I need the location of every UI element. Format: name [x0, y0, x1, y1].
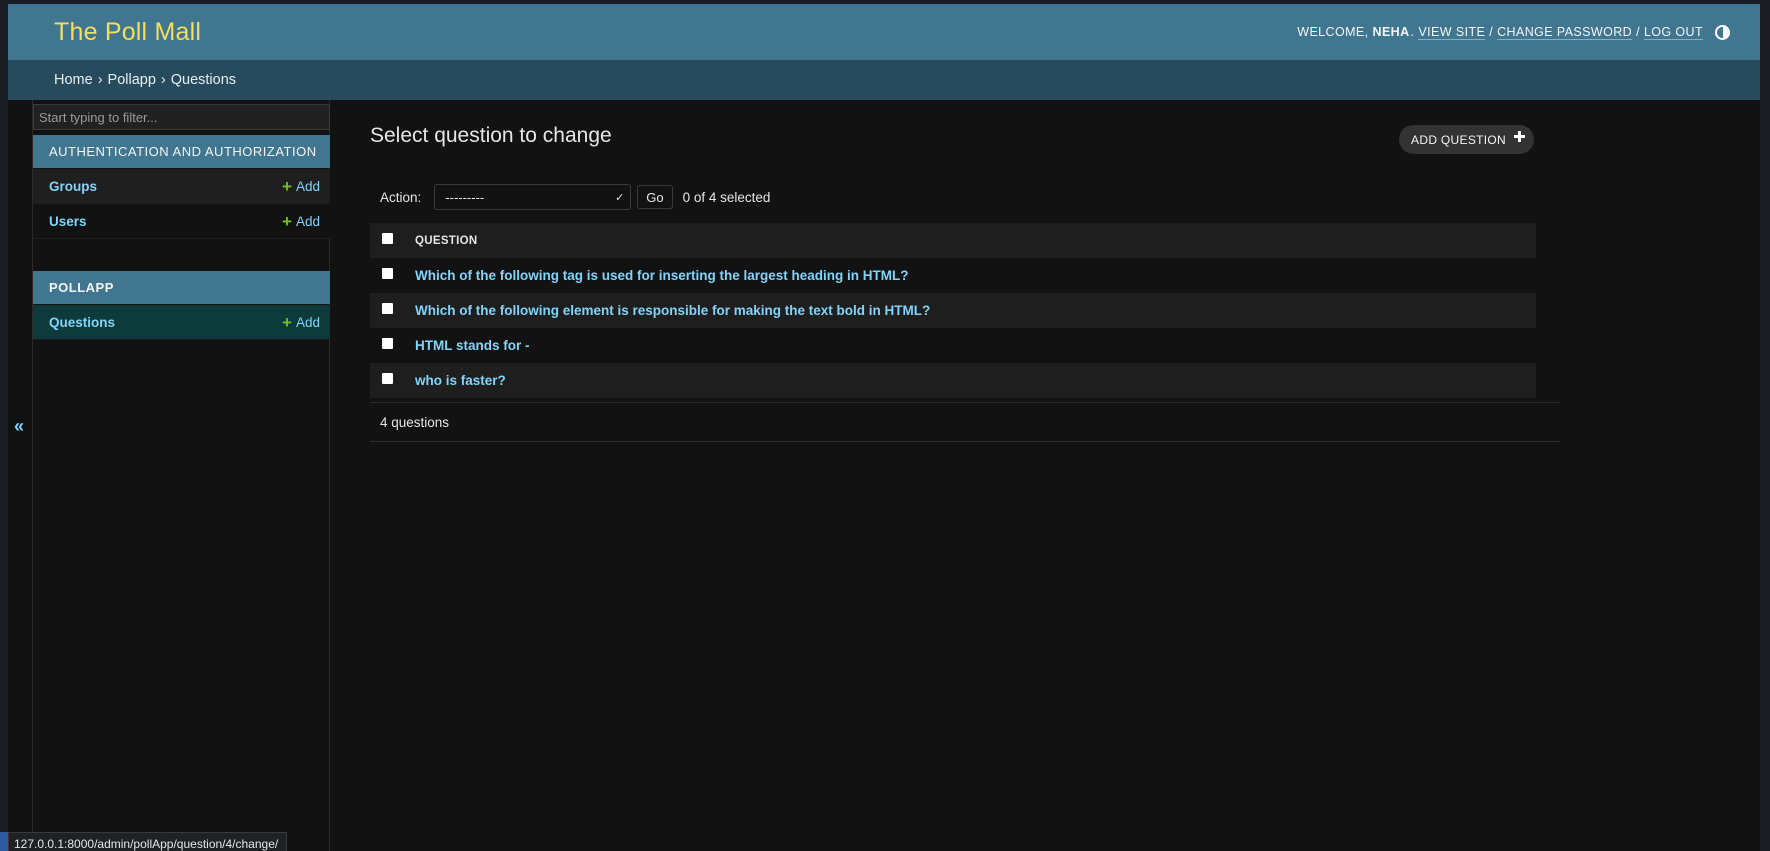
add-question-button[interactable]: ADD QUESTION: [1399, 125, 1534, 154]
plus-icon: [1514, 131, 1525, 142]
sidebar-collapse-icon[interactable]: «: [14, 416, 24, 437]
table-row: who is faster?: [370, 363, 1536, 398]
sidebar-item-users-link[interactable]: Users: [49, 214, 87, 229]
change-password-link[interactable]: CHANGE PASSWORD: [1497, 25, 1633, 40]
theme-toggle-icon[interactable]: [1715, 24, 1730, 40]
taskbar-edge: [0, 832, 8, 851]
add-label: Add: [295, 213, 320, 229]
go-button[interactable]: Go: [637, 185, 673, 209]
plus-icon: +: [282, 312, 292, 332]
row-checkbox[interactable]: [382, 268, 393, 279]
sidebar-item-questions: Questions + Add: [33, 305, 330, 340]
plus-icon: +: [282, 211, 292, 231]
separator: /: [1489, 25, 1494, 39]
add-question-label: ADD QUESTION: [1411, 132, 1506, 147]
column-header-question[interactable]: QUESTION: [415, 235, 477, 247]
sidebar: AUTHENTICATION AND AUTHORIZATION Groups …: [32, 100, 330, 851]
link-status-bar: 127.0.0.1:8000/admin/pollApp/question/4/…: [8, 832, 288, 851]
add-label: Add: [295, 314, 320, 330]
sidebar-filter-input[interactable]: [33, 104, 330, 130]
sidebar-item-users: Users + Add: [33, 204, 330, 239]
breadcrumb-separator: ›: [97, 72, 103, 88]
user-tools: WELCOME, NEHA . VIEW SITE / CHANGE PASSW…: [1297, 24, 1730, 40]
add-users-link[interactable]: + Add: [282, 213, 320, 230]
breadcrumb: Home › Pollapp › Questions: [8, 60, 1760, 100]
add-questions-link[interactable]: + Add: [282, 314, 320, 331]
log-out-link[interactable]: LOG OUT: [1643, 25, 1703, 40]
module-caption-auth[interactable]: AUTHENTICATION AND AUTHORIZATION: [33, 135, 330, 168]
chevron-down-icon: ✓: [615, 191, 625, 204]
question-link[interactable]: Which of the following tag is used for i…: [415, 268, 909, 283]
breadcrumb-separator: ›: [160, 72, 166, 88]
main-content: Select question to change ADD QUESTION A…: [370, 100, 1760, 800]
breadcrumb-current: Questions: [170, 72, 237, 88]
breadcrumb-home[interactable]: Home: [54, 72, 93, 88]
add-label: Add: [295, 178, 320, 194]
add-groups-link[interactable]: + Add: [282, 178, 320, 195]
question-link[interactable]: HTML stands for -: [415, 338, 530, 353]
sidebar-item-groups-link[interactable]: Groups: [49, 179, 97, 194]
selected-count: 0 of 4 selected: [682, 189, 771, 205]
table-row: Which of the following tag is used for i…: [370, 258, 1536, 293]
module-caption-pollapp[interactable]: POLLAPP: [33, 271, 330, 304]
separator: /: [1636, 25, 1640, 39]
sidebar-item-groups: Groups + Add: [33, 169, 330, 204]
paginator: 4 questions: [370, 402, 1560, 442]
admin-window: The Poll Mall WELCOME, NEHA . VIEW SITE …: [8, 4, 1760, 851]
plus-icon: +: [282, 176, 292, 196]
select-all-checkbox[interactable]: [382, 233, 393, 244]
actions-bar: Action: --------- ✓ Go 0 of 4 selected: [370, 180, 1536, 214]
row-checkbox[interactable]: [382, 303, 393, 314]
site-name[interactable]: The Poll Mall: [54, 18, 201, 47]
view-site-link[interactable]: VIEW SITE: [1418, 25, 1486, 40]
action-label: Action:: [380, 189, 422, 205]
table-header: QUESTION: [370, 223, 1536, 258]
page-title: Select question to change: [370, 124, 612, 147]
action-select[interactable]: --------- ✓: [434, 184, 632, 210]
results-table: QUESTION Which of the following tag is u…: [370, 223, 1536, 398]
row-checkbox[interactable]: [382, 373, 393, 384]
question-link[interactable]: Which of the following element is respon…: [415, 303, 930, 318]
action-selected-value: ---------: [445, 189, 485, 205]
row-checkbox[interactable]: [382, 338, 393, 349]
breadcrumb-pollapp[interactable]: Pollapp: [108, 72, 156, 88]
question-link[interactable]: who is faster?: [415, 373, 506, 388]
table-row: HTML stands for -: [370, 328, 1536, 363]
username: NEHA: [1372, 25, 1410, 39]
welcome-text: WELCOME,: [1297, 25, 1369, 39]
header: The Poll Mall WELCOME, NEHA . VIEW SITE …: [8, 4, 1760, 60]
table-row: Which of the following element is respon…: [370, 293, 1536, 328]
sidebar-item-questions-link[interactable]: Questions: [49, 315, 115, 330]
